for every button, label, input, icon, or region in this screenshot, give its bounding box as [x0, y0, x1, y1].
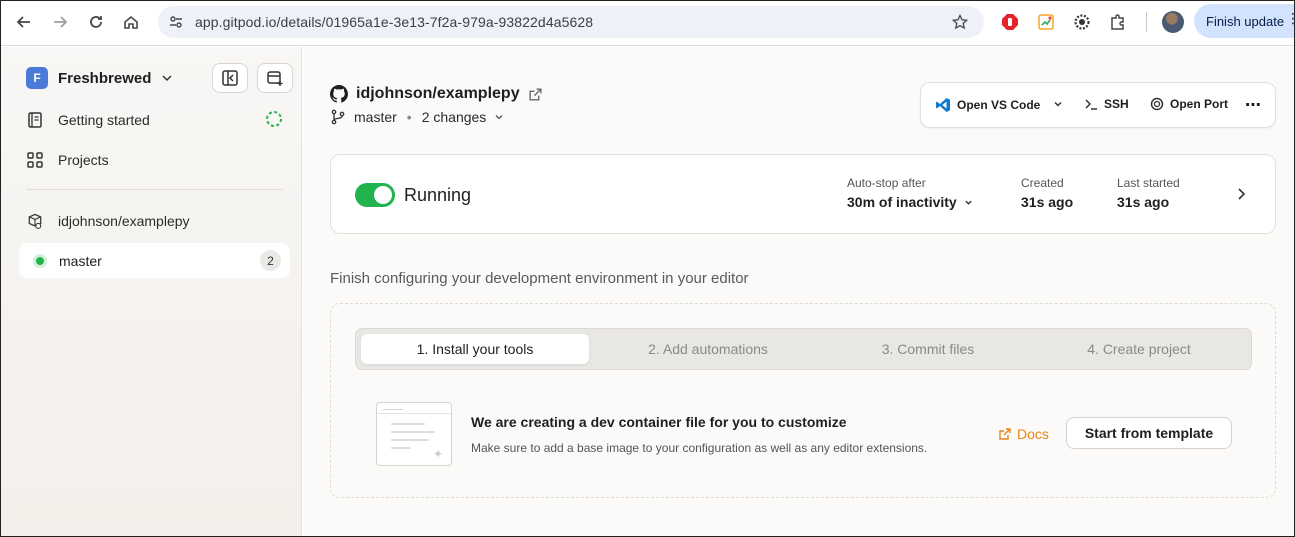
main-content: idjohnson/examplepy master • 2 changes O…: [303, 47, 1295, 537]
status-label: Running: [404, 185, 472, 205]
chevron-down-icon: [162, 75, 172, 82]
autostop-value: 30m of inactivity: [847, 194, 957, 210]
open-vscode-button[interactable]: Open VS Code: [935, 97, 1040, 113]
chevron-down-icon: [1054, 101, 1062, 107]
github-icon: [330, 85, 348, 103]
chevron-right-icon[interactable]: [1233, 186, 1249, 202]
profile-avatar[interactable]: [1162, 11, 1184, 33]
more-options-icon[interactable]: ⋯: [1245, 95, 1261, 115]
sidebar-item-getting-started[interactable]: Getting started: [26, 108, 283, 132]
grid-icon: [26, 151, 44, 169]
menu-kebab-icon[interactable]: ⋮: [1286, 11, 1295, 25]
dot-separator: •: [406, 109, 412, 125]
open-port-button[interactable]: Open Port: [1150, 97, 1228, 111]
repo-title[interactable]: idjohnson/examplepy: [356, 85, 520, 103]
branch-name: master: [354, 109, 397, 125]
sidebar-item-projects[interactable]: Projects: [26, 148, 109, 172]
open-vscode-dropdown[interactable]: [1053, 99, 1063, 109]
step-create-project[interactable]: 4. Create project: [1025, 334, 1253, 364]
task-title: We are creating a dev container file for…: [471, 414, 847, 430]
collapse-sidebar-button[interactable]: [212, 63, 248, 93]
open-vscode-label: Open VS Code: [957, 98, 1041, 112]
book-icon: [26, 111, 44, 129]
forward-icon[interactable]: [46, 8, 74, 36]
sidebar-repo[interactable]: idjohnson/examplepy: [26, 209, 190, 233]
adblock-extension-icon[interactable]: [999, 11, 1021, 33]
chevron-down-icon: [495, 115, 503, 120]
setup-panel: 1. Install your tools 2. Add automations…: [330, 303, 1276, 498]
address-bar[interactable]: app.gitpod.io/details/01965a1e-3e13-7f2a…: [158, 6, 984, 38]
created-value: 31s ago: [1021, 194, 1074, 210]
step-add-automations[interactable]: 2. Add automations: [594, 334, 822, 364]
changes-dropdown[interactable]: 2 changes: [422, 109, 487, 125]
running-toggle[interactable]: [355, 183, 395, 207]
sparkle-icon: ✦: [432, 447, 443, 461]
last-started-label: Last started: [1117, 176, 1180, 190]
vscode-icon: [936, 98, 950, 112]
finish-update-label: Finish update: [1206, 14, 1285, 29]
site-info-icon[interactable]: [166, 12, 186, 32]
environment-branch: master: [59, 253, 102, 269]
created-label: Created: [1021, 176, 1064, 190]
dev-container-illustration: ✦: [376, 402, 453, 466]
url-text[interactable]: app.gitpod.io/details/01965a1e-3e13-7f2a…: [195, 14, 593, 30]
toolbar-divider: [1146, 12, 1147, 32]
bookmark-star-icon[interactable]: [950, 12, 970, 32]
org-switcher[interactable]: F Freshbrewed: [26, 67, 173, 89]
step-commit-files[interactable]: 3. Commit files: [814, 334, 1042, 364]
git-branch-icon: [331, 109, 345, 125]
last-started-value: 31s ago: [1117, 194, 1170, 210]
changes-count-badge: 2: [260, 250, 281, 271]
start-from-template-button[interactable]: Start from template: [1066, 417, 1232, 449]
open-port-label: Open Port: [1170, 97, 1229, 111]
org-name: Freshbrewed: [58, 69, 152, 87]
port-icon: [1150, 97, 1164, 111]
sidebar-divider: [26, 189, 283, 190]
terminal-icon: [1085, 99, 1097, 110]
setup-section-title: Finish configuring your development envi…: [330, 270, 749, 287]
gear-extension-icon[interactable]: [1071, 11, 1093, 33]
back-icon[interactable]: [10, 8, 38, 36]
org-badge: F: [26, 67, 48, 89]
sidebar-repo-label: idjohnson/examplepy: [58, 213, 190, 229]
editor-toolbar: Open VS Code SSH Open Port ⋯: [920, 82, 1276, 128]
environment-status-card: Running Auto-stop after 30m of inactivit…: [330, 154, 1276, 234]
docs-link[interactable]: Docs: [998, 426, 1049, 442]
sidebar: F Freshbrewed Getting started Projects i…: [0, 47, 302, 537]
progress-ring-icon: [265, 110, 283, 131]
step-install-tools[interactable]: 1. Install your tools: [361, 334, 589, 364]
autostop-label: Auto-stop after: [847, 176, 926, 190]
ssh-label: SSH: [1104, 97, 1129, 111]
external-link-icon: [999, 428, 1011, 440]
home-icon[interactable]: [117, 8, 145, 36]
task-description: Make sure to add a base image to your co…: [471, 441, 928, 455]
finish-update-button[interactable]: Finish update ⋮: [1194, 4, 1295, 38]
sidebar-item-label: Projects: [58, 152, 109, 168]
browser-toolbar: app.gitpod.io/details/01965a1e-3e13-7f2a…: [0, 0, 1295, 46]
chevron-down-icon: [964, 200, 972, 205]
ssh-button[interactable]: SSH: [1084, 97, 1129, 111]
chart-extension-icon[interactable]: [1035, 11, 1057, 33]
autostop-dropdown[interactable]: 30m of inactivity: [847, 194, 973, 210]
docs-label: Docs: [1017, 426, 1049, 442]
environment-item[interactable]: master 2: [19, 243, 290, 278]
reload-icon[interactable]: [82, 8, 110, 36]
setup-steps: 1. Install your tools 2. Add automations…: [355, 328, 1252, 370]
repo-header: idjohnson/examplepy: [330, 85, 543, 103]
new-window-icon: [267, 71, 283, 86]
running-status-dot: [36, 257, 44, 265]
branch-line: master • 2 changes: [330, 109, 504, 125]
repo-cube-icon: [26, 212, 44, 230]
collapse-sidebar-icon: [222, 70, 238, 86]
sidebar-item-label: Getting started: [58, 112, 150, 128]
external-link-icon[interactable]: [528, 87, 543, 102]
extensions-puzzle-icon[interactable]: [1107, 11, 1129, 33]
new-environment-button[interactable]: [257, 63, 293, 93]
